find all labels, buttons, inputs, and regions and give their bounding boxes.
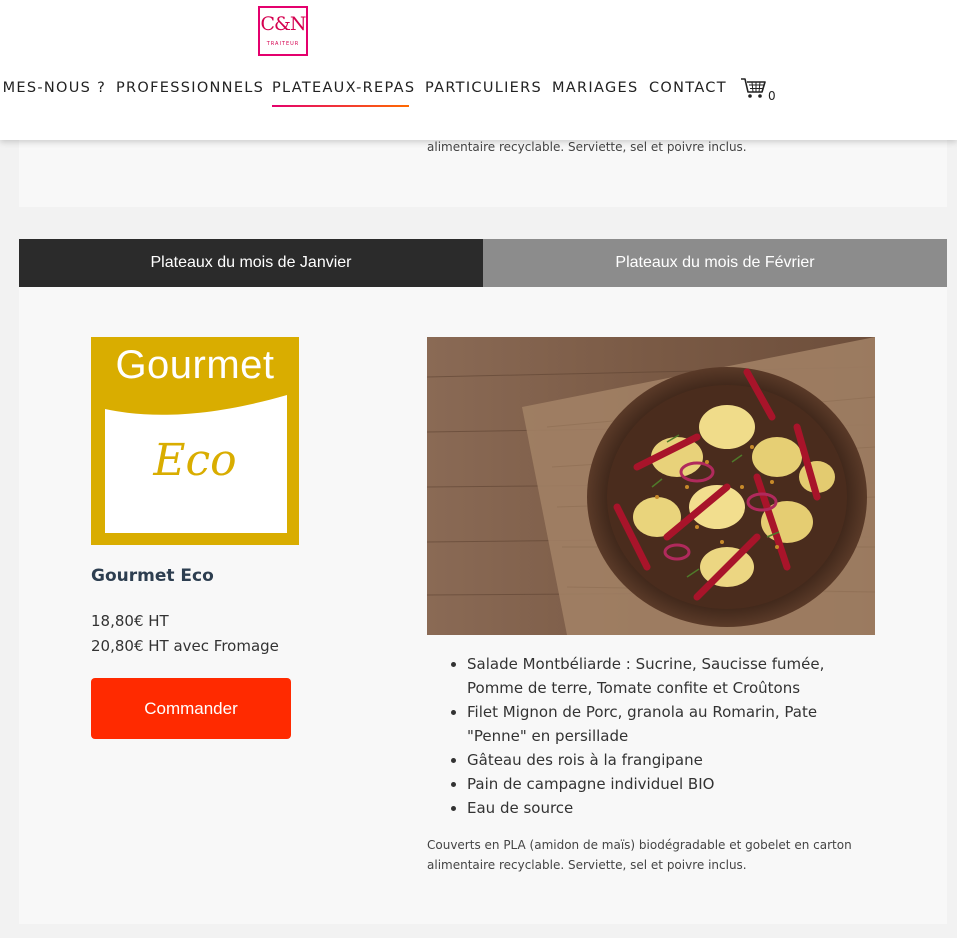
tab-janvier[interactable]: Plateaux du mois de Janvier	[19, 239, 483, 287]
logo-monogram: C&N	[260, 13, 306, 35]
dish-photo	[427, 337, 875, 635]
menu-item: Pain de campagne individuel BIO	[467, 772, 875, 796]
active-nav-underline	[272, 105, 409, 107]
tab-fevrier[interactable]: Plateaux du mois de Février	[483, 239, 947, 287]
menu-item: Eau de source	[467, 796, 875, 820]
gourmet-eco-logo: Gourmet Eco	[91, 337, 299, 545]
nav-item-particuliers[interactable]: PARTICULIERS	[425, 80, 542, 96]
previous-product-note: alimentaire recyclable. Serviette, sel e…	[427, 140, 747, 154]
nav-item-mariages[interactable]: MARIAGES	[552, 80, 638, 96]
menu-item: Filet Mignon de Porc, granola au Romarin…	[467, 700, 875, 748]
cart-count: 0	[768, 89, 776, 103]
site-logo[interactable]: C&N TRAITEUR	[258, 6, 308, 56]
cart-icon[interactable]	[740, 76, 768, 100]
logo-word: Gourmet	[115, 343, 275, 387]
nav-item-plateaux-repas[interactable]: PLATEAUX-REPAS	[272, 80, 415, 96]
menu-item: Salade Montbéliarde : Sucrine, Saucisse …	[467, 652, 875, 700]
product-price-cheese: 20,80€ HT avec Fromage	[91, 637, 279, 655]
site-header: C&N TRAITEUR IMES-NOUS ? PROFESSIONNELS …	[0, 0, 957, 140]
order-button[interactable]: Commander	[91, 678, 291, 739]
nav-item-about[interactable]: IMES-NOUS ?	[0, 80, 106, 96]
menu-list: Salade Montbéliarde : Sucrine, Saucisse …	[427, 652, 875, 820]
menu-item: Gâteau des rois à la frangipane	[467, 748, 875, 772]
product-price: 18,80€ HT	[91, 612, 169, 630]
month-tabs: Plateaux du mois de Janvier Plateaux du …	[19, 239, 947, 287]
logo-script: Eco	[153, 435, 237, 486]
nav-item-contact[interactable]: CONTACT	[649, 80, 727, 96]
logo-subtitle: TRAITEUR	[266, 41, 300, 47]
nav-item-professionnels[interactable]: PROFESSIONNELS	[116, 80, 264, 96]
product-note: Couverts en PLA (amidon de maïs) biodégr…	[427, 838, 852, 872]
product-name: Gourmet Eco	[91, 566, 214, 586]
